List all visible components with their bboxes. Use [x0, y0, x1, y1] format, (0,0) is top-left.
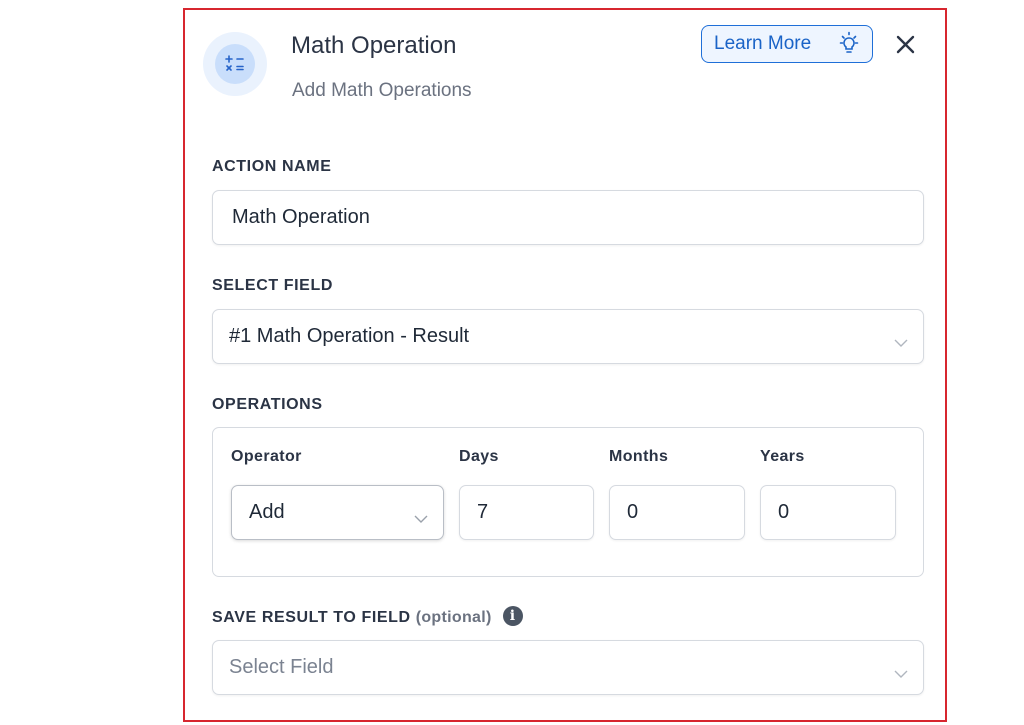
operator-column-label: Operator: [231, 448, 302, 465]
select-field-label: SELECT FIELD: [212, 277, 333, 294]
operator-value: Add: [249, 501, 285, 523]
operator-select[interactable]: Add: [231, 485, 444, 540]
operations-label: OPERATIONS: [212, 396, 323, 413]
save-result-dropdown[interactable]: Select Field: [212, 640, 924, 695]
select-field-dropdown[interactable]: #1 Math Operation - Result: [212, 309, 924, 364]
months-value: 0: [627, 501, 639, 523]
learn-more-label: Learn More: [714, 33, 812, 54]
save-result-label: SAVE RESULT TO FIELD (optional) i: [212, 606, 523, 628]
chevron-down-icon: [894, 331, 908, 354]
panel-subtitle: Add Math Operations: [292, 80, 472, 101]
chevron-down-icon: [894, 662, 908, 685]
action-name-label: ACTION NAME: [212, 158, 332, 175]
learn-more-button[interactable]: Learn More: [701, 25, 873, 63]
years-value: 0: [778, 501, 790, 523]
operations-box: Operator Days Months Years Add 7 0 0: [212, 427, 924, 577]
math-operators-icon: [203, 32, 267, 96]
info-icon[interactable]: i: [502, 606, 523, 626]
months-column-label: Months: [609, 448, 669, 465]
action-name-value: Math Operation: [232, 206, 370, 228]
save-result-label-text: SAVE RESULT TO FIELD: [212, 609, 411, 627]
close-icon[interactable]: [893, 32, 919, 58]
months-input[interactable]: 0: [609, 485, 745, 540]
years-column-label: Years: [760, 448, 805, 465]
lightbulb-icon: [836, 31, 862, 63]
action-name-input[interactable]: Math Operation: [212, 190, 924, 245]
panel-title: Math Operation: [291, 32, 457, 59]
optional-tag: (optional): [415, 609, 492, 627]
math-operation-panel: Math Operation Add Math Operations Learn…: [183, 8, 947, 722]
select-field-value: #1 Math Operation - Result: [229, 325, 470, 347]
years-input[interactable]: 0: [760, 485, 896, 540]
days-value: 7: [477, 501, 489, 523]
days-column-label: Days: [459, 448, 499, 465]
days-input[interactable]: 7: [459, 485, 594, 540]
chevron-down-icon: [414, 507, 428, 530]
save-result-placeholder: Select Field: [229, 656, 334, 678]
